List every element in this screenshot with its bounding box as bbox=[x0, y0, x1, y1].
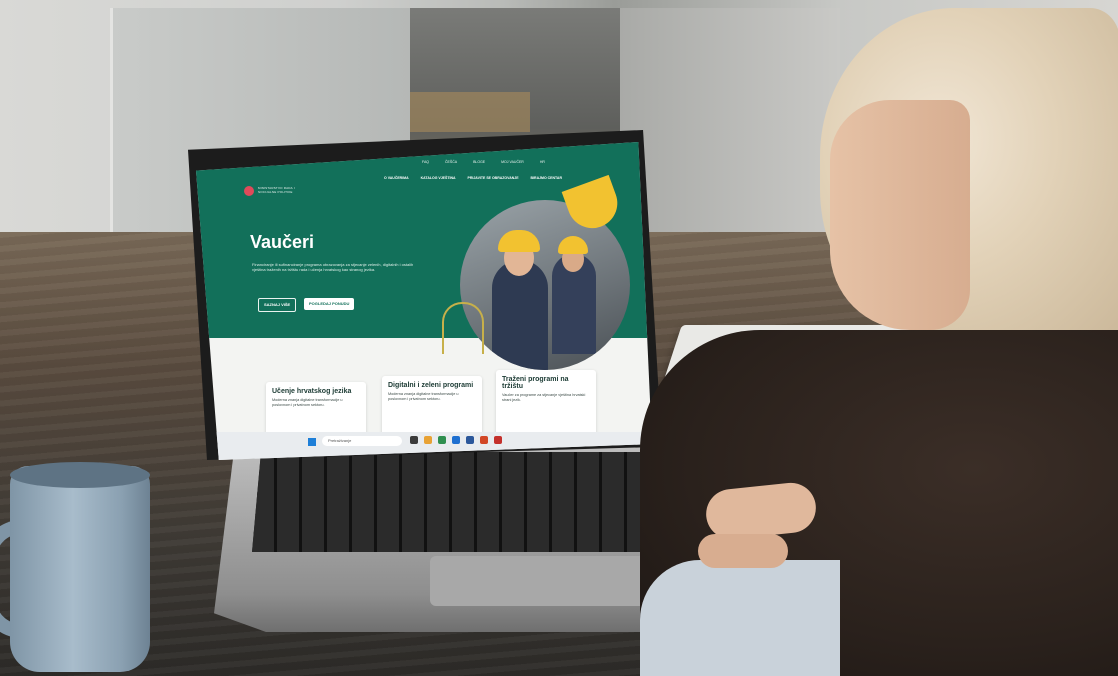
page-title: Vaučeri bbox=[250, 232, 315, 252]
excel-icon[interactable] bbox=[438, 436, 446, 444]
saznaj-vise-button[interactable]: SAZNAJ VIŠE bbox=[258, 298, 297, 312]
card-text: Moderna znanja digitalne transformacije … bbox=[388, 392, 459, 401]
laptop-screen: MINISTARSTVO RADA I SOCIJALNE POLITIKE F… bbox=[196, 142, 652, 460]
nav-o-vaucerima[interactable]: O VAUČERIMA bbox=[384, 176, 409, 180]
card-title: Digitalni i zeleni programi bbox=[388, 382, 474, 389]
hero-lead: Financiranje ili sufinanciranje programa… bbox=[252, 262, 414, 272]
card-text: Vaučer za programe za stjecanje vještina… bbox=[502, 393, 586, 402]
card-trazeni[interactable]: Traženi programi na tržištu Vaučer za pr… bbox=[496, 370, 596, 440]
person-hand-2 bbox=[698, 534, 788, 568]
logo-text: MINISTARSTVO RADA I SOCIJALNE POLITIKE bbox=[258, 186, 295, 194]
util-nav-item-2[interactable]: ČEŠĆA bbox=[445, 160, 457, 164]
person-sleeve bbox=[640, 560, 840, 676]
hard-hat-icon bbox=[498, 230, 540, 252]
blue-mug bbox=[10, 466, 150, 672]
card-title: Učenje hrvatskog jezika bbox=[272, 388, 352, 395]
pdf-icon[interactable] bbox=[494, 436, 502, 444]
logo-icon[interactable] bbox=[244, 186, 254, 196]
task-view-icon[interactable] bbox=[410, 436, 418, 444]
photo-scene: MINISTARSTVO RADA I SOCIJALNE POLITIKE F… bbox=[0, 0, 1118, 676]
background-wall-panel bbox=[620, 8, 840, 268]
main-nav: O VAUČERIMA KATALOG VJEŠTINA PRIJAVITE S… bbox=[384, 176, 562, 180]
util-nav-moj-vaucer[interactable]: MOJ VAUČER bbox=[501, 160, 524, 164]
taskbar-search-input[interactable]: Pretraživanje bbox=[322, 436, 402, 446]
util-nav-language[interactable]: HR bbox=[540, 160, 545, 164]
card-text: Moderna znanja digitalne transformacije … bbox=[272, 398, 343, 407]
windows-start-icon[interactable] bbox=[308, 438, 316, 446]
nav-katalog[interactable]: KATALOG VJEŠTINA bbox=[421, 176, 456, 180]
word-icon[interactable] bbox=[466, 436, 474, 444]
doorway-floor bbox=[410, 92, 530, 132]
folder-icon[interactable] bbox=[424, 436, 432, 444]
card-title: Traženi programi na tržištu bbox=[502, 376, 569, 390]
pogledaj-ponudu-button[interactable]: POGLEDAJ PONUDU bbox=[304, 298, 355, 310]
laptop-keyboard bbox=[252, 452, 702, 552]
worker-figure bbox=[492, 260, 548, 370]
utility-nav: FAQ ČEŠĆA BLOGE MOJ VAUČER HR bbox=[422, 160, 545, 164]
edge-icon[interactable] bbox=[452, 436, 460, 444]
nav-centar[interactable]: BIRAJMO CENTAR bbox=[531, 176, 562, 180]
util-nav-faq[interactable]: FAQ bbox=[422, 160, 429, 164]
mug-rim bbox=[10, 462, 150, 488]
hard-hat-icon-2 bbox=[558, 236, 588, 254]
chrome-icon[interactable] bbox=[480, 436, 488, 444]
nav-prijava[interactable]: PRIJAVITE SE OBRAZOVANJE bbox=[468, 176, 519, 180]
util-nav-item-3[interactable]: BLOGE bbox=[473, 160, 485, 164]
hero-image bbox=[460, 200, 630, 370]
laptop-trackpad bbox=[430, 556, 650, 606]
person-face bbox=[830, 100, 970, 330]
outline-decor-shape bbox=[442, 302, 484, 354]
